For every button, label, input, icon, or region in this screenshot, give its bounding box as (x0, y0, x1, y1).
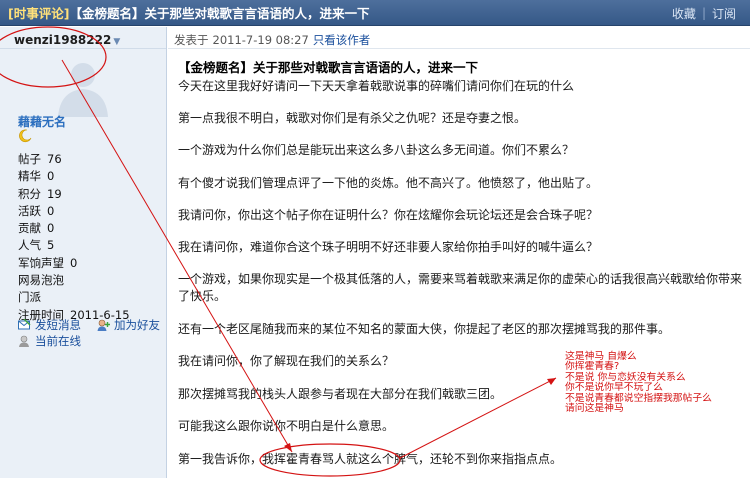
thread-category-tag[interactable]: [时事评论] (8, 6, 69, 21)
username-bar[interactable]: wenzi1988222 ▼ (0, 27, 166, 49)
post-paragraph: 有个傻才说我们管理点评了一下他的炎炼。他不高兴了。他愤怒了，他出贴了。 (178, 176, 599, 190)
only-author-link[interactable]: 只看该作者 (313, 33, 371, 47)
post-paragraph: 一个游戏，如果你现实是一个极其低落的人，需要来骂着戟歌来满足你的虚荣心的话我很高… (178, 272, 743, 303)
avatar[interactable] (52, 57, 114, 117)
post-paragraph: 我请问你，你出这个帖子你在证明什么？你在炫耀你会玩论坛还是会合珠子呢？ (178, 208, 599, 222)
online-status-row: 当前在线 (18, 333, 160, 349)
online-user-icon (19, 335, 29, 347)
user-stats: 帖子 76 精华 0 积分 19 活跃 0 贡献 0 人气 5 军饷声望 0 网易泡泡 门派 … (18, 151, 130, 324)
bubble-label: 网易泡泡 (18, 273, 64, 288)
portal-label: 门派 (18, 290, 41, 305)
user-action-row: 发短消息 加为好友 (18, 317, 160, 333)
stat-row: 帖子 76 (18, 152, 62, 166)
chevron-down-icon[interactable]: ▼ (113, 37, 120, 47)
post-paragraph: 第一我告诉你，我挥霍青春骂人就这么个脾气，还轮不到你来指指点点。 (178, 452, 563, 466)
collect-button[interactable]: 收藏 (666, 5, 702, 22)
stat-row: 军饷声望 0 (18, 255, 78, 270)
user-nickname: 藉藉无名 (18, 115, 67, 129)
stat-row: 活跃 0 (18, 203, 55, 218)
stat-row: 贡献 0 (18, 221, 55, 236)
post-title: 【金榜题名】关于那些对戟歌言言语语的人，进来一下 (178, 60, 479, 75)
post-paragraph: 今天在这里我好好请问一下天天拿着戟歌说事的碎嘴们请问你们在玩的什么 (178, 79, 575, 93)
subscribe-button[interactable]: 订阅 (706, 5, 742, 22)
stat-row: 积分 19 (18, 186, 62, 201)
thread-header-bar: [时事评论]【金榜题名】关于那些对戟歌言言语语的人，进来一下 收藏 | 订阅 (0, 0, 750, 26)
moon-level-icon (19, 129, 32, 143)
stat-row: 精华 0 (18, 169, 55, 184)
post-paragraph: 我在请问你，难道你合这个珠子明明不好还非要人家给你拍手叫好的喊牛逼么？ (178, 240, 599, 254)
post-paragraph: 可能我这么跟你说你不明白是什么意思。 (178, 419, 395, 433)
red-annotation-note: 这是神马 自爆么 你挥霍青春? 不是说 你与恋妖没有关系么 你不是说你早不玩了么… (565, 351, 712, 415)
annotation-line: 请问这是神马 (565, 403, 624, 415)
post-date: 2011-7-19 08:27 (212, 33, 309, 47)
thread-title-text: 【金榜题名】关于那些对戟歌言言语语的人，进来一下 (69, 6, 370, 21)
add-friend-icon[interactable] (97, 319, 110, 331)
thread-title: [时事评论]【金榜题名】关于那些对戟歌言言语语的人，进来一下 (8, 3, 369, 22)
stat-row: 人气 5 (18, 238, 55, 253)
post-paragraph: 第一点我很不明白，戟歌对你们是有杀父之仇呢？还是夺妻之恨。 (178, 111, 527, 125)
user-panel: wenzi1988222 ▼ 藉藉无名 帖子 76 精华 0 积分 19 活跃 0 贡献 0… (0, 27, 167, 478)
message-icon[interactable] (18, 319, 31, 331)
user-actions: 发短消息 加为好友 当前在线 (18, 317, 160, 349)
online-status: 当前在线 (35, 334, 81, 348)
thread-actions: 收藏 | 订阅 (666, 0, 742, 26)
post-paragraph: 一个游戏为什么你们总是能玩出来这么多八卦这么多无间道。你们不累么？ (178, 143, 575, 157)
post-meta-prefix: 发表于 (174, 33, 209, 47)
add-friend-link[interactable]: 加为好友 (114, 317, 160, 333)
page: [时事评论]【金榜题名】关于那些对戟歌言言语语的人，进来一下 收藏 | 订阅 w… (0, 0, 750, 478)
send-message-link[interactable]: 发短消息 (35, 317, 81, 333)
post-paragraph: 还有一个老区尾随我而来的某位不知名的蒙面大侠，你提起了老区的那次摆摊骂我的那件事… (178, 322, 671, 336)
username[interactable]: wenzi1988222 (14, 33, 111, 47)
post-meta: 发表于 2011-7-19 08:27 只看该作者 (168, 27, 750, 49)
